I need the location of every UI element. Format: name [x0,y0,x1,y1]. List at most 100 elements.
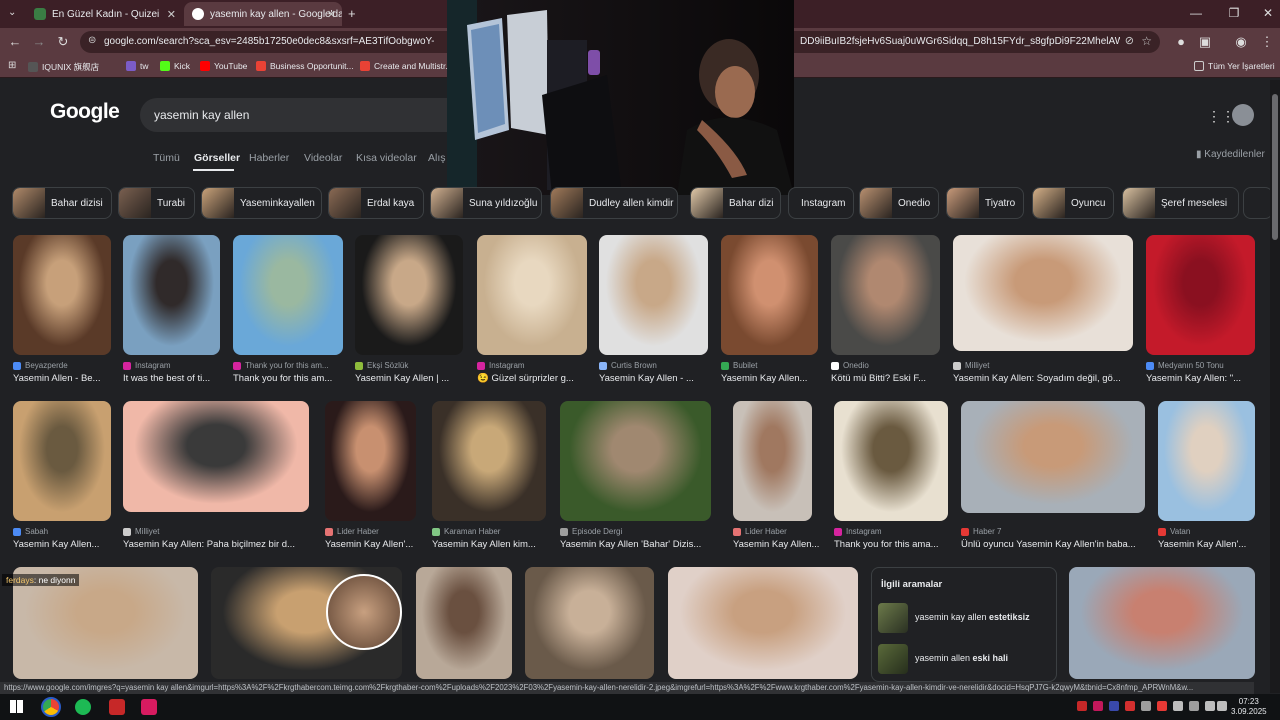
image-result-thumbnail[interactable] [525,567,654,679]
scrollbar-thumb[interactable] [1272,94,1278,240]
image-result-caption[interactable]: Yasemin Kay Allen 'Bahar' Dizis... [560,539,719,550]
image-result-caption[interactable]: Kötü mü Bitti? Eski F... [831,373,948,384]
tab-news[interactable]: Haberler [249,152,289,164]
browser-tab-quizei[interactable]: En Güzel Kadın - Quizei ✕ [26,2,182,26]
chip-bahar-dizi[interactable]: Bahar dizi [690,187,781,219]
tab-videos[interactable]: Videolar [304,152,342,164]
chip-dudley-allen-kimdir[interactable]: Dudley allen kimdir [550,187,678,219]
image-result-caption[interactable]: Yasemin Kay Allen... [721,373,826,384]
image-result-caption[interactable]: Yasemin Kay Allen'... [1158,539,1263,550]
volume-icon[interactable] [1217,701,1227,711]
bookmark-star-icon[interactable]: ☆ [1141,34,1152,48]
extensions-icon[interactable]: ● [1172,34,1190,49]
image-result-caption[interactable]: Yasemin Kay Allen: Paha biçilmez bir d..… [123,539,317,550]
new-tab-button[interactable]: + [348,6,356,21]
image-result-source[interactable]: Karaman Haber [432,527,556,536]
back-arrow-icon[interactable]: ← [6,34,24,49]
bookmark-iqunix[interactable]: IQUNIX 旗舰店 [28,61,99,73]
recorder-taskbar-icon[interactable] [109,699,125,715]
chip-oyuncu[interactable]: Oyuncu [1032,187,1114,219]
google-logo[interactable]: Google [50,100,120,124]
image-result-caption[interactable]: Yasemin Kay Allen... [733,539,820,550]
image-result-source[interactable]: Instagram [834,527,958,536]
image-result-source[interactable]: Medyanın 50 Tonu [1146,361,1265,370]
chip-tiyatro[interactable]: Tiyatro [946,187,1024,219]
image-result-thumbnail[interactable] [325,401,416,521]
chip-instagram[interactable]: Instagram [788,187,854,219]
google-apps-icon[interactable]: ⋮⋮ [1207,108,1235,125]
tray-icon[interactable] [1109,701,1119,711]
bookmark-tw[interactable]: tw [126,61,149,71]
image-result-source[interactable]: Lider Haber [733,527,822,536]
bookmark-youtube[interactable]: YouTube [200,61,247,71]
image-result-caption[interactable]: Yasemin Kay Allen: Soyadım değil, gö... [953,373,1141,384]
image-result-thumbnail[interactable] [233,235,343,355]
tray-icon[interactable] [1189,701,1199,711]
image-result-source[interactable]: Beyazperde [13,361,121,370]
image-result-thumbnail[interactable] [355,235,463,355]
image-result-thumbnail[interactable] [123,235,220,355]
image-result-thumbnail[interactable] [560,401,711,521]
image-result-caption[interactable]: Yasemin Kay Allen - ... [599,373,716,384]
tab-shopping[interactable]: Alış [428,152,446,164]
saved-link[interactable]: ▮ Kaydedilenler [1196,149,1265,160]
bookmark-business[interactable]: Business Opportunit... [256,61,354,71]
forward-arrow-icon[interactable]: → [30,34,48,49]
close-window-button[interactable]: ✕ [1258,6,1278,20]
image-result-source[interactable]: Onedio [831,361,950,370]
close-tab-icon[interactable]: ✕ [327,8,336,21]
image-result-caption[interactable]: Yasemin Kay Allen kim... [432,539,554,550]
app-taskbar-icon[interactable] [141,699,157,715]
bookmark-create[interactable]: Create and Multistr... [360,61,452,71]
image-result-source[interactable]: Milliyet [953,361,1143,370]
image-result-thumbnail[interactable] [834,401,948,521]
image-result-source[interactable]: Episode Dergi [560,527,721,536]
windows-start-icon[interactable] [10,700,23,713]
image-result-thumbnail[interactable] [1069,567,1255,679]
image-result-thumbnail[interactable] [416,567,512,679]
image-result-thumbnail[interactable] [831,235,940,355]
all-bookmarks[interactable]: Tüm Yer İşaretleri [1194,61,1275,71]
chip-suna-yıldızoğlu[interactable]: Suna yıldızoğlu [430,187,542,219]
image-result-caption[interactable]: 😉 Güzel sürprizler g... [477,373,595,384]
image-result-thumbnail[interactable] [721,235,818,355]
menu-icon[interactable]: ⋮ [1258,34,1276,50]
image-result-source[interactable]: Thank you for this am... [233,361,353,370]
image-result-thumbnail[interactable] [123,401,309,512]
puzzle-icon[interactable]: ▣ [1196,34,1214,50]
image-result-thumbnail[interactable] [961,401,1145,513]
image-result-caption[interactable]: Thank you for this ama... [834,539,956,550]
tab-images[interactable]: Görseller [194,152,240,164]
browser-tab-google[interactable]: yasemin kay allen - Google'da A ✕ [184,2,342,26]
image-result-thumbnail[interactable] [477,235,587,355]
chip-turabi[interactable]: Turabi [118,187,195,219]
image-result-source[interactable]: Sabah [13,527,121,536]
image-result-thumbnail[interactable] [1146,235,1255,355]
related-search-item[interactable]: yasemin kay allen estetiksiz [878,603,1052,633]
chip-erdal-kaya[interactable]: Erdal kaya [328,187,424,219]
image-result-source[interactable]: Curtis Brown [599,361,718,370]
image-result-caption[interactable]: Yasemin Kay Allen: "... [1146,373,1263,384]
image-result-thumbnail[interactable] [953,235,1133,351]
image-result-caption[interactable]: Yasemin Kay Allen... [13,539,119,550]
image-result-caption[interactable]: It was the best of ti... [123,373,228,384]
tray-icon[interactable] [1125,701,1135,711]
tab-short-videos[interactable]: Kısa videolar [356,152,417,164]
tab-search-icon[interactable]: ⌄ [8,7,16,18]
tray-icon[interactable] [1141,701,1151,711]
image-result-source[interactable]: Instagram [477,361,597,370]
image-result-source[interactable]: Haber 7 [961,527,1155,536]
image-result-thumbnail[interactable] [733,401,812,521]
chrome-taskbar-icon[interactable] [41,697,61,717]
profile-icon[interactable]: ◉ [1232,34,1250,50]
restore-button[interactable]: ❐ [1224,6,1244,20]
chip-onedio[interactable]: Onedio [859,187,939,219]
spotify-taskbar-icon[interactable] [75,699,91,715]
image-result-caption[interactable]: Yasemin Kay Allen | ... [355,373,471,384]
bookmark-kick[interactable]: Kick [160,61,190,71]
close-tab-icon[interactable]: ✕ [167,8,176,21]
image-result-thumbnail[interactable] [599,235,708,355]
chip-bahar-dizisi[interactable]: Bahar dizisi [12,187,112,219]
image-result-caption[interactable]: Thank you for this am... [233,373,351,384]
tray-icon[interactable] [1173,701,1183,711]
